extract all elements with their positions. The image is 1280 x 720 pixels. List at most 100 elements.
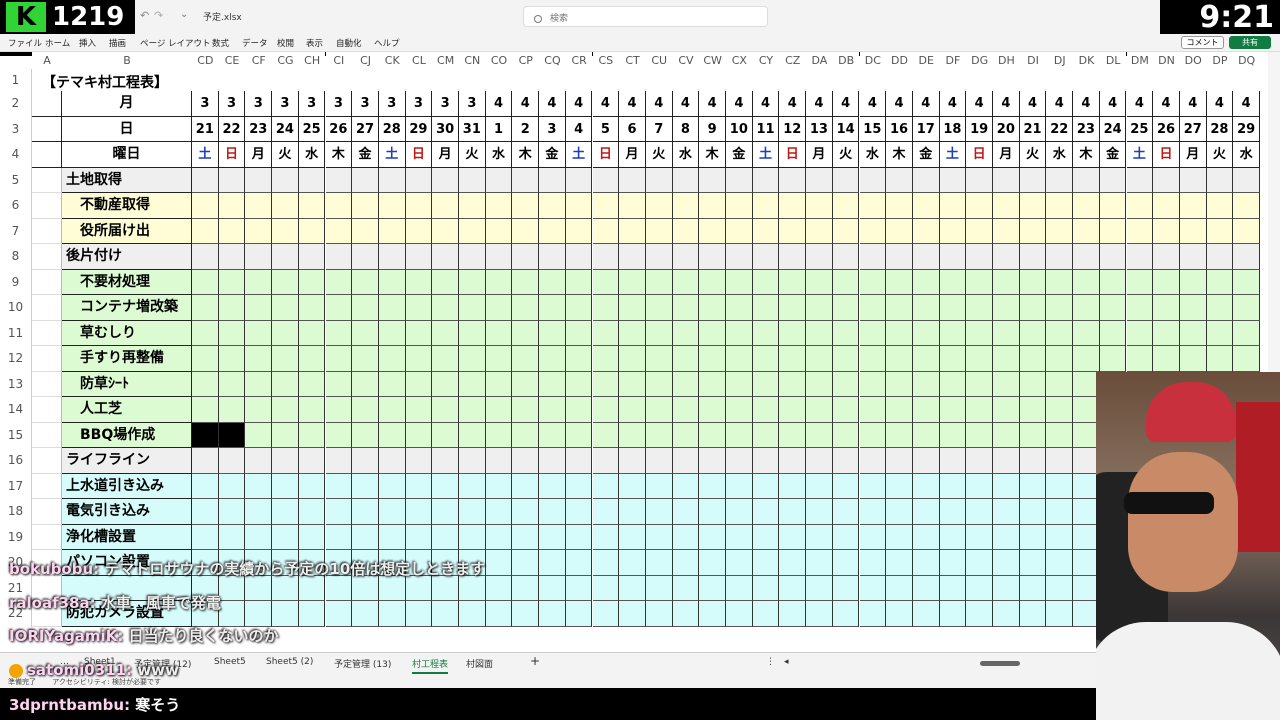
schedule-cell[interactable] bbox=[672, 499, 700, 525]
schedule-cell[interactable] bbox=[485, 320, 513, 346]
schedule-cell[interactable] bbox=[539, 601, 566, 627]
schedule-cell[interactable] bbox=[1153, 269, 1180, 295]
menu-item[interactable]: 表示 bbox=[306, 37, 323, 49]
days-cell[interactable]: 28 bbox=[1206, 116, 1234, 142]
menu-item[interactable]: 自動化 bbox=[336, 37, 362, 49]
weekdays-cell[interactable]: 木 bbox=[325, 142, 353, 168]
schedule-cell[interactable] bbox=[272, 601, 299, 627]
schedule-cell[interactable] bbox=[325, 218, 353, 244]
column-header[interactable]: CK bbox=[378, 52, 406, 69]
schedule-cell[interactable] bbox=[352, 167, 379, 193]
schedule-cell[interactable] bbox=[592, 473, 620, 499]
schedule-cell[interactable] bbox=[966, 193, 993, 219]
schedule-cell[interactable] bbox=[672, 320, 700, 346]
schedule-cell[interactable] bbox=[1206, 218, 1234, 244]
schedule-cell[interactable] bbox=[272, 448, 299, 474]
months-cell[interactable]: 4 bbox=[993, 91, 1020, 117]
schedule-cell[interactable] bbox=[912, 371, 940, 397]
schedule-cell[interactable] bbox=[699, 499, 726, 525]
schedule-cell[interactable] bbox=[1046, 448, 1074, 474]
schedule-cell[interactable] bbox=[352, 524, 379, 550]
schedule-cell[interactable] bbox=[859, 524, 887, 550]
days-cell[interactable]: 12 bbox=[779, 116, 807, 142]
schedule-cell[interactable] bbox=[832, 167, 860, 193]
schedule-cell[interactable] bbox=[298, 397, 326, 423]
schedule-cell[interactable] bbox=[565, 473, 593, 499]
schedule-cell[interactable] bbox=[245, 244, 273, 270]
schedule-cell[interactable] bbox=[539, 167, 566, 193]
sheet-tab[interactable]: Sheet5 bbox=[214, 657, 246, 667]
schedule-cell[interactable] bbox=[485, 448, 513, 474]
schedule-cell[interactable] bbox=[298, 320, 326, 346]
schedule-cell[interactable] bbox=[218, 448, 246, 474]
schedule-cell[interactable] bbox=[752, 422, 780, 448]
schedule-cell[interactable] bbox=[459, 473, 486, 499]
schedule-cell[interactable] bbox=[1179, 269, 1207, 295]
schedule-cell[interactable] bbox=[806, 218, 833, 244]
task-label[interactable]: BBQ場作成 bbox=[62, 422, 192, 448]
schedule-cell[interactable] bbox=[512, 346, 540, 372]
column-header[interactable]: DG bbox=[966, 52, 993, 69]
schedule-cell[interactable] bbox=[779, 524, 807, 550]
schedule-cell[interactable] bbox=[912, 167, 940, 193]
task-label[interactable]: 防草ｼｰﾄ bbox=[62, 371, 192, 397]
days-cell[interactable]: 9 bbox=[699, 116, 726, 142]
months-cell[interactable]: 4 bbox=[886, 91, 913, 117]
schedule-cell[interactable] bbox=[966, 167, 993, 193]
schedule-cell[interactable] bbox=[512, 473, 540, 499]
task-cell-a[interactable] bbox=[32, 524, 62, 550]
schedule-cell[interactable] bbox=[352, 397, 379, 423]
scroll-left-icon[interactable]: ◂ bbox=[784, 657, 789, 667]
schedule-cell[interactable] bbox=[272, 320, 299, 346]
schedule-cell[interactable] bbox=[672, 244, 700, 270]
days-cell[interactable]: 27 bbox=[352, 116, 379, 142]
days-cell[interactable]: 28 bbox=[378, 116, 406, 142]
schedule-cell[interactable] bbox=[1233, 218, 1260, 244]
months-cell[interactable]: 4 bbox=[699, 91, 726, 117]
schedule-cell[interactable] bbox=[325, 371, 353, 397]
schedule-cell[interactable] bbox=[1179, 244, 1207, 270]
schedule-cell[interactable] bbox=[806, 244, 833, 270]
schedule-cell[interactable] bbox=[939, 601, 967, 627]
schedule-cell[interactable] bbox=[565, 193, 593, 219]
schedule-cell[interactable] bbox=[1046, 244, 1074, 270]
column-header[interactable]: DJ bbox=[1046, 52, 1074, 69]
months-cell[interactable]: 4 bbox=[485, 91, 513, 117]
schedule-cell[interactable] bbox=[378, 601, 406, 627]
weekdays-cell[interactable]: 月 bbox=[993, 142, 1020, 168]
schedule-cell[interactable] bbox=[939, 499, 967, 525]
sheet-tab[interactable]: 予定管理 (13) bbox=[334, 657, 391, 670]
schedule-cell[interactable] bbox=[859, 473, 887, 499]
schedule-cell[interactable] bbox=[272, 218, 299, 244]
schedule-cell[interactable] bbox=[245, 524, 273, 550]
schedule-cell[interactable] bbox=[405, 244, 433, 270]
months-cell[interactable]: 3 bbox=[192, 91, 219, 117]
days-cell[interactable]: 21 bbox=[1019, 116, 1047, 142]
schedule-cell[interactable] bbox=[1046, 295, 1074, 321]
schedule-cell[interactable] bbox=[592, 320, 620, 346]
weekdays-cell[interactable]: 月 bbox=[806, 142, 833, 168]
schedule-cell[interactable] bbox=[192, 218, 219, 244]
column-header[interactable]: DE bbox=[912, 52, 940, 69]
schedule-cell[interactable] bbox=[859, 422, 887, 448]
column-header[interactable]: CQ bbox=[539, 52, 566, 69]
schedule-cell[interactable] bbox=[192, 397, 219, 423]
schedule-cell[interactable] bbox=[1073, 346, 1100, 372]
schedule-cell[interactable] bbox=[459, 346, 486, 372]
schedule-cell[interactable] bbox=[378, 346, 406, 372]
schedule-cell[interactable] bbox=[218, 269, 246, 295]
schedule-cell[interactable] bbox=[1073, 193, 1100, 219]
weekdays-cell[interactable]: 土 bbox=[192, 142, 219, 168]
schedule-cell[interactable] bbox=[192, 448, 219, 474]
schedule-cell[interactable] bbox=[699, 397, 726, 423]
schedule-cell[interactable] bbox=[619, 601, 646, 627]
schedule-cell[interactable] bbox=[993, 320, 1020, 346]
weekdays-cell[interactable]: 木 bbox=[1073, 142, 1100, 168]
schedule-cell[interactable] bbox=[966, 499, 993, 525]
schedule-cell[interactable] bbox=[325, 244, 353, 270]
months-cell[interactable]: 3 bbox=[405, 91, 433, 117]
schedule-cell[interactable] bbox=[592, 295, 620, 321]
months-cell[interactable]: 4 bbox=[565, 91, 593, 117]
schedule-cell[interactable] bbox=[645, 193, 673, 219]
days-cell[interactable]: 14 bbox=[832, 116, 860, 142]
